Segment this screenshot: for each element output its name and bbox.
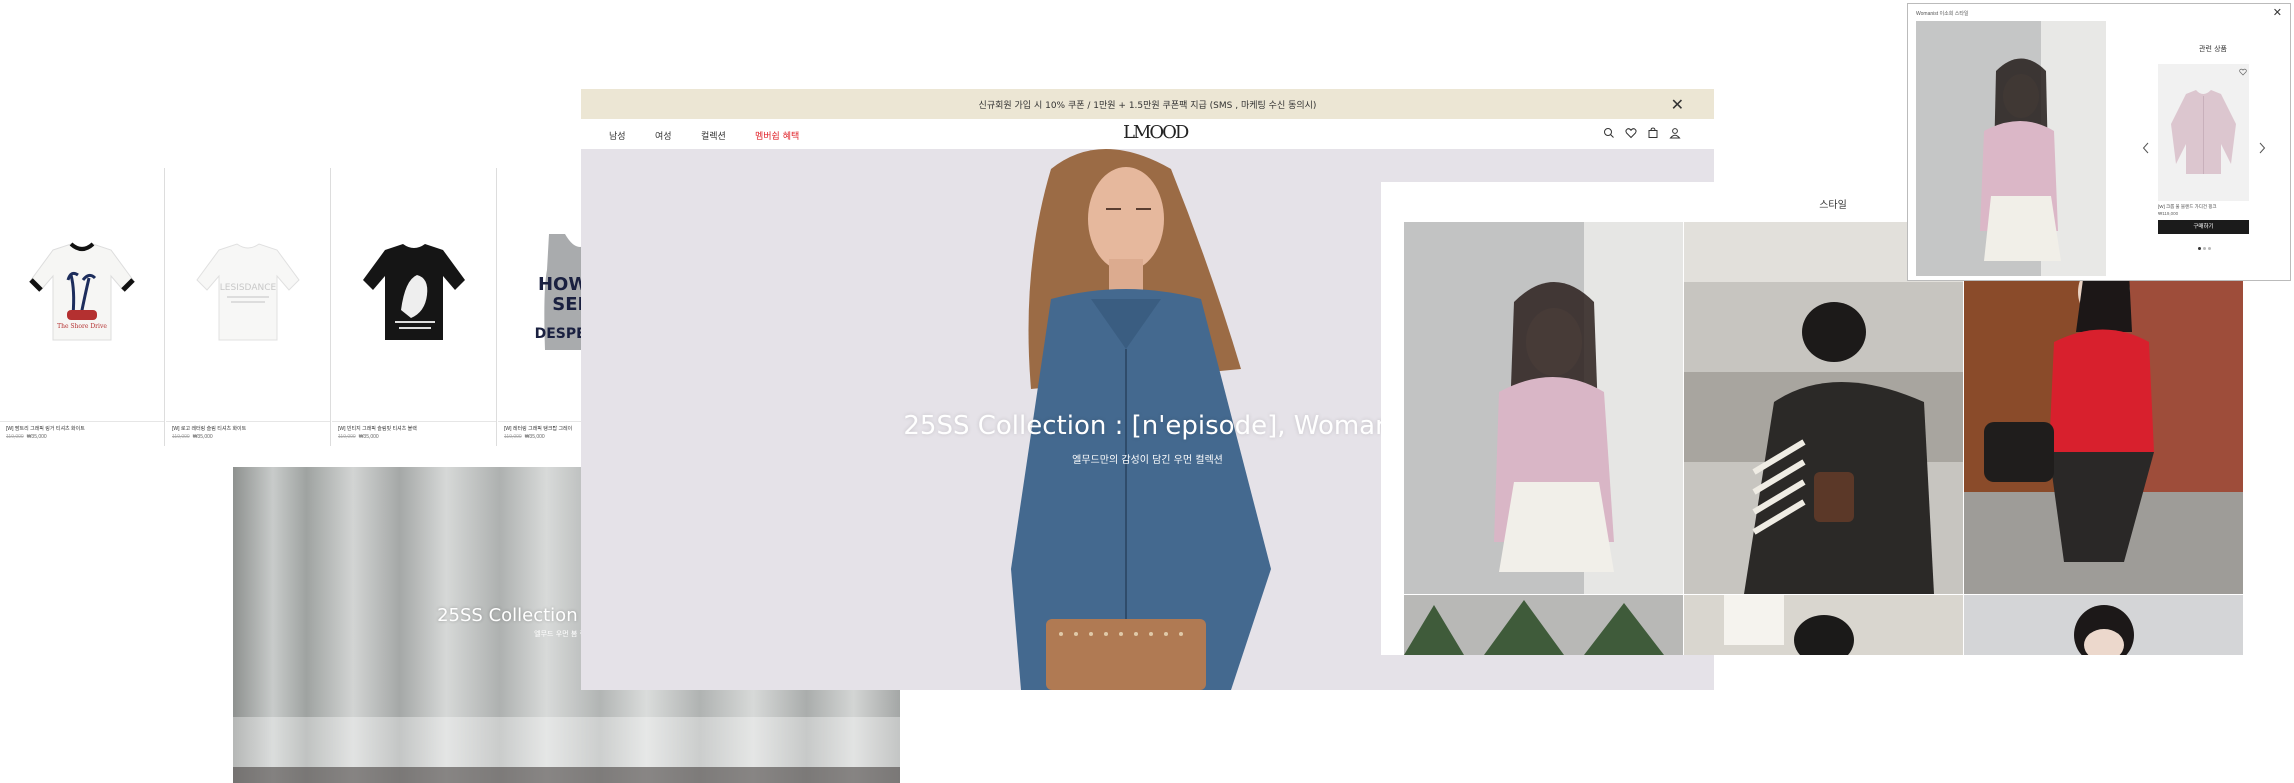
- nav-item-women[interactable]: 여성: [655, 129, 672, 142]
- svg-text:LESISDANCE: LESISDANCE: [220, 283, 277, 293]
- product-price: 119,000 ₩35,000: [338, 434, 379, 440]
- nav-item-collection[interactable]: 컬렉션: [701, 129, 726, 142]
- product-price: 119,000 ₩35,000: [6, 434, 47, 440]
- style-photo[interactable]: [1404, 595, 1683, 655]
- product-name[interactable]: [W] 빈티지 그래픽 슬림핏 티셔츠 블랙: [338, 425, 417, 432]
- related-heading: 관련 상품: [2199, 45, 2227, 53]
- search-icon[interactable]: [1603, 127, 1615, 139]
- product-grid: The Shore Drive [W] 팜트리 그래픽 링거 티셔츠 화이트 1…: [0, 168, 665, 446]
- bag-icon[interactable]: [1647, 127, 1659, 139]
- nav-item-men[interactable]: 남성: [609, 129, 626, 142]
- promo-text[interactable]: 신규회원 가입 시 10% 쿠폰 / 1만원 + 1.5만원 쿠폰팩 지급 (S…: [581, 98, 1714, 111]
- top-nav: 남성 여성 컬렉션 멤버쉽 혜택 LMOOD: [581, 119, 1714, 149]
- product-name[interactable]: [W] 레터링 그래픽 탱크탑 그레이: [504, 425, 572, 432]
- nav-item-membership[interactable]: 멤버쉽 혜택: [755, 129, 799, 142]
- user-icon[interactable]: [1669, 127, 1681, 139]
- related-product-image[interactable]: [2158, 64, 2249, 201]
- related-product-price: ₩119,000: [2158, 211, 2179, 216]
- close-icon[interactable]: ✕: [1671, 95, 1684, 115]
- buy-button[interactable]: 구매하기: [2158, 220, 2249, 234]
- product-image[interactable]: The Shore Drive: [0, 168, 164, 422]
- chevron-right-icon[interactable]: [2258, 142, 2266, 154]
- carousel-dot[interactable]: [2203, 247, 2206, 250]
- product-card[interactable]: [W] 빈티지 그래픽 슬림핏 티셔츠 블랙 119,000 ₩35,000: [332, 168, 497, 446]
- product-image[interactable]: [332, 168, 496, 422]
- style-photo[interactable]: [1684, 595, 1963, 655]
- modal-photo: [1916, 21, 2106, 276]
- heart-icon[interactable]: [1625, 127, 1637, 139]
- related-product-name[interactable]: [W] 크롭 울 블렌드 가디건 핑크: [2158, 204, 2217, 210]
- style-photo[interactable]: [1964, 595, 2243, 655]
- style-photo[interactable]: [1404, 222, 1683, 594]
- carousel-dot[interactable]: [2208, 247, 2211, 250]
- brand-logo[interactable]: LMOOD: [1123, 122, 1189, 143]
- promo-banner: 신규회원 가입 시 10% 쿠폰 / 1만원 + 1.5만원 쿠폰팩 지급 (S…: [581, 89, 1714, 119]
- heart-icon[interactable]: [2239, 68, 2247, 76]
- product-card[interactable]: The Shore Drive [W] 팜트리 그래픽 링거 티셔츠 화이트 1…: [0, 168, 165, 446]
- close-icon[interactable]: ✕: [2273, 6, 2282, 19]
- product-price: 119,000 ₩35,000: [504, 434, 545, 440]
- product-image[interactable]: LESISDANCE: [166, 168, 330, 422]
- product-name[interactable]: [W] 팜트리 그래픽 링거 티셔츠 화이트: [6, 425, 85, 432]
- product-price: 119,000 ₩35,000: [172, 434, 213, 440]
- svg-text:The Shore Drive: The Shore Drive: [57, 323, 107, 330]
- product-name[interactable]: [W] 로고 레터링 슬림 티셔츠 화이트: [172, 425, 246, 432]
- carousel-dot[interactable]: [2198, 247, 2201, 250]
- product-card[interactable]: LESISDANCE [W] 로고 레터링 슬림 티셔츠 화이트 119,000…: [166, 168, 331, 446]
- style-modal: Womanist 이소희 스타일 ✕ 관련 상품 [W] 크롭 울 블렌드 가디…: [1907, 3, 2291, 281]
- modal-title: Womanist 이소희 스타일: [1916, 11, 1969, 17]
- chevron-left-icon[interactable]: [2142, 142, 2150, 154]
